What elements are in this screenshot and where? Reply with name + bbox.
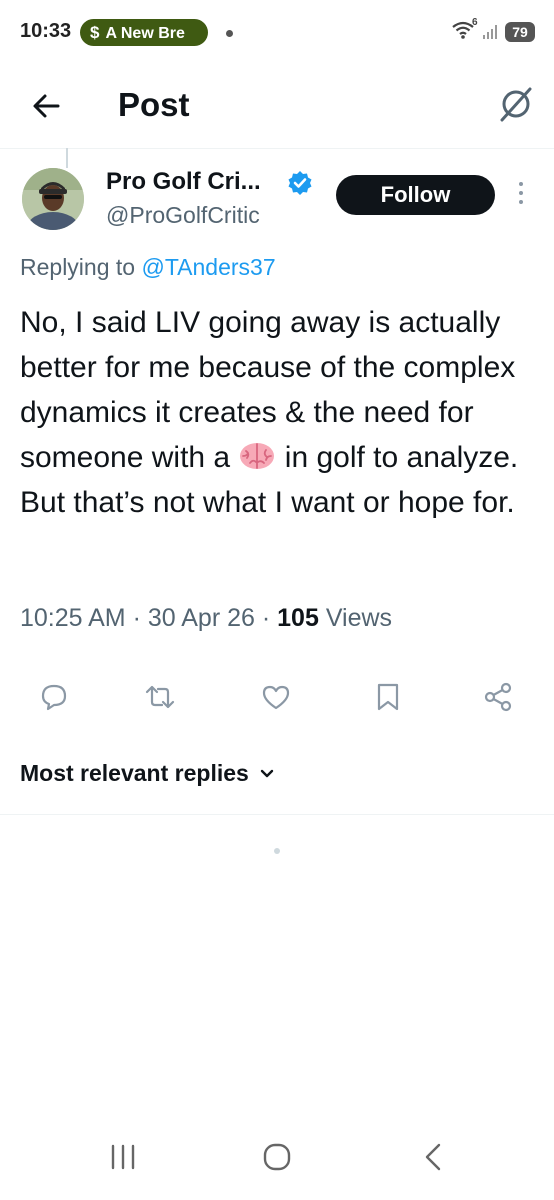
- chevron-left-icon: [425, 1143, 441, 1171]
- arrow-left-icon: [33, 94, 60, 118]
- home-button[interactable]: [252, 1132, 302, 1182]
- post-text-paragraph: No, I said LIV going away is actually be…: [20, 300, 540, 480]
- post-action-bar: [0, 675, 554, 719]
- author-display-name[interactable]: Pro Golf Cri...: [106, 168, 261, 196]
- meta-separator: ·: [261, 604, 271, 632]
- system-navigation-bar: [0, 1110, 554, 1200]
- repost-icon: [145, 685, 175, 709]
- recent-apps-button[interactable]: [98, 1132, 148, 1182]
- replying-to: Replying to @TAnders37: [20, 254, 276, 281]
- recent-apps-icon: [111, 1144, 135, 1170]
- share-icon: [484, 682, 512, 712]
- like-button[interactable]: [254, 675, 298, 719]
- replying-to-prefix: Replying to: [20, 254, 136, 280]
- replies-sort-label: Most relevant replies: [20, 760, 249, 786]
- grok-icon: [500, 87, 532, 122]
- status-time: 10:33: [20, 20, 72, 42]
- battery-indicator: 79: [505, 22, 535, 42]
- replying-to-handle-link[interactable]: @TAnders37: [141, 254, 275, 280]
- replies-sort-dropdown[interactable]: Most relevant replies: [20, 760, 275, 787]
- top-app-bar: Post: [0, 66, 554, 149]
- system-back-button[interactable]: [408, 1132, 458, 1182]
- signal-icon: [483, 25, 497, 39]
- grok-button[interactable]: [496, 84, 536, 124]
- post-text-part-2: in golf to analyze.: [276, 441, 519, 474]
- views-label: Views: [325, 604, 393, 632]
- more-options-icon[interactable]: [512, 182, 530, 210]
- loading-indicator: [274, 848, 280, 854]
- page-title: Post: [118, 86, 190, 123]
- post-text-paragraph-2: But that’s not what I want or hope for.: [20, 486, 515, 519]
- heart-icon: [262, 685, 290, 710]
- meta-separator: ·: [132, 604, 141, 632]
- author-handle[interactable]: @ProGolfCritic: [106, 202, 260, 229]
- bookmark-button[interactable]: [366, 675, 410, 719]
- dollar-sign-icon: $: [90, 23, 100, 42]
- notification-pill-text: A New Bre: [105, 25, 185, 42]
- chevron-down-icon: [260, 769, 274, 777]
- post-date: 30 Apr 26: [147, 604, 255, 632]
- divider: [0, 814, 554, 815]
- status-bar: 10:33 $ A New Bre 6 79: [0, 0, 554, 66]
- wifi-badge: 6: [472, 17, 478, 28]
- post-time: 10:25 AM: [20, 604, 126, 632]
- views-count: 105: [277, 604, 319, 632]
- avatar[interactable]: [22, 168, 84, 230]
- post-meta: 10:25 AM · 30 Apr 26 · 105 Views: [20, 604, 392, 633]
- back-button[interactable]: [28, 88, 68, 124]
- verified-badge-icon: [288, 171, 312, 195]
- repost-button[interactable]: [138, 675, 182, 719]
- reply-button[interactable]: [32, 675, 76, 719]
- post-text: No, I said LIV going away is actually be…: [20, 300, 540, 525]
- reply-icon: [41, 684, 67, 711]
- avatar-image: [22, 168, 84, 230]
- bookmark-icon: [377, 683, 399, 711]
- wifi-icon: [452, 21, 474, 39]
- home-icon: [263, 1143, 291, 1171]
- notification-dot-icon: [226, 30, 233, 37]
- follow-button[interactable]: Follow: [336, 175, 495, 215]
- share-button[interactable]: [476, 675, 520, 719]
- brain-emoji-icon: [240, 443, 275, 469]
- notification-pill[interactable]: $ A New Bre: [80, 19, 208, 46]
- thread-connector-line: [66, 148, 68, 168]
